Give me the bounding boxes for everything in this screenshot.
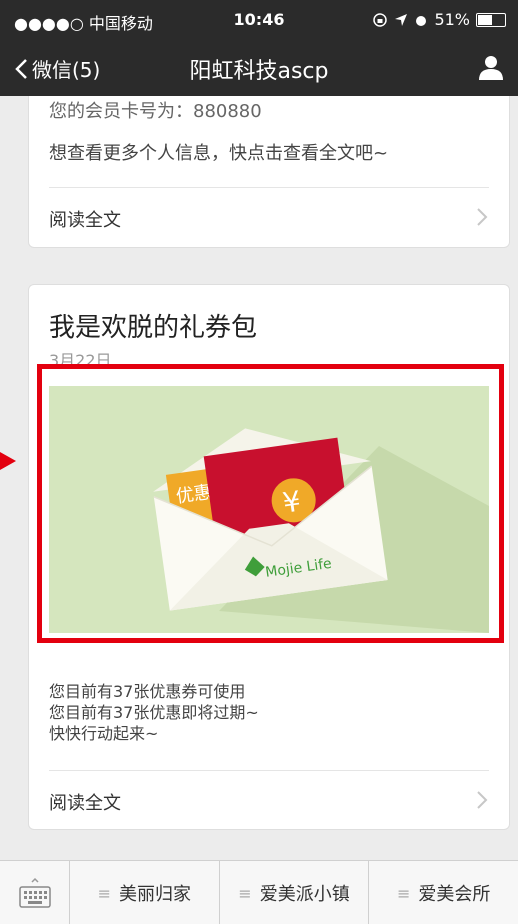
location-icon [395,13,408,26]
menu-lines-icon: ≡ [396,883,411,903]
menu-item-label: 爱美会所 [418,884,491,905]
menu-lines-icon: ≡ [97,883,112,903]
alarm-icon [416,15,427,26]
read-more-row[interactable]: 阅读全文 [29,771,509,831]
member-card-text: 您的会员卡号为：880880 [49,101,262,122]
chevron-right-icon [477,208,488,226]
menu-lines-icon: ≡ [238,883,252,903]
menu-item-label: 美丽归家 [119,884,192,905]
article-description: 您目前有37张优惠券可使用 您目前有37张优惠即将过期~ 快快行动起来~ [49,681,259,744]
desc-line: 您目前有37张优惠即将过期~ [49,703,259,722]
article-card[interactable]: 您的会员卡号为：880880 想查看更多个人信息，快点击查看全文吧~ 阅读全文 [28,96,510,248]
nav-bar: 微信(5) 阳虹科技ascp [0,40,518,96]
status-right: 51% [372,10,506,29]
highlight-box [37,364,504,643]
keyboard-icon [19,877,51,908]
arrow-pointer-icon [0,452,16,470]
read-more-label: 阅读全文 [49,793,121,814]
article-title: 我是欢脱的礼券包 [49,313,258,343]
user-profile-icon[interactable] [476,52,506,82]
battery-icon [476,12,506,27]
article-summary: 想查看更多个人信息，快点击查看全文吧~ [49,143,389,164]
read-more-row[interactable]: 阅读全文 [29,188,509,248]
bottom-menu: ≡ 美丽归家 ≡ 爱美派小镇 ≡ 爱美会所 [0,860,518,924]
battery-percent: 51% [434,10,470,29]
chevron-right-icon [477,791,488,809]
status-bar: ●●●●○ 中国移动 10:46 51% [0,0,518,40]
menu-item-aimeihuisuo[interactable]: ≡ 爱美会所 [369,861,518,924]
keyboard-toggle-button[interactable] [0,861,70,924]
read-more-label: 阅读全文 [49,210,121,231]
lock-rotation-icon [373,12,388,27]
menu-item-label: 爱美派小镇 [259,884,350,905]
page-title: 阳虹科技ascp [189,59,329,84]
desc-line: 快快行动起来~ [49,724,159,743]
menu-item-meili[interactable]: ≡ 美丽归家 [70,861,220,924]
menu-item-aimeipai[interactable]: ≡ 爱美派小镇 [220,861,370,924]
desc-line: 您目前有37张优惠券可使用 [49,682,246,701]
